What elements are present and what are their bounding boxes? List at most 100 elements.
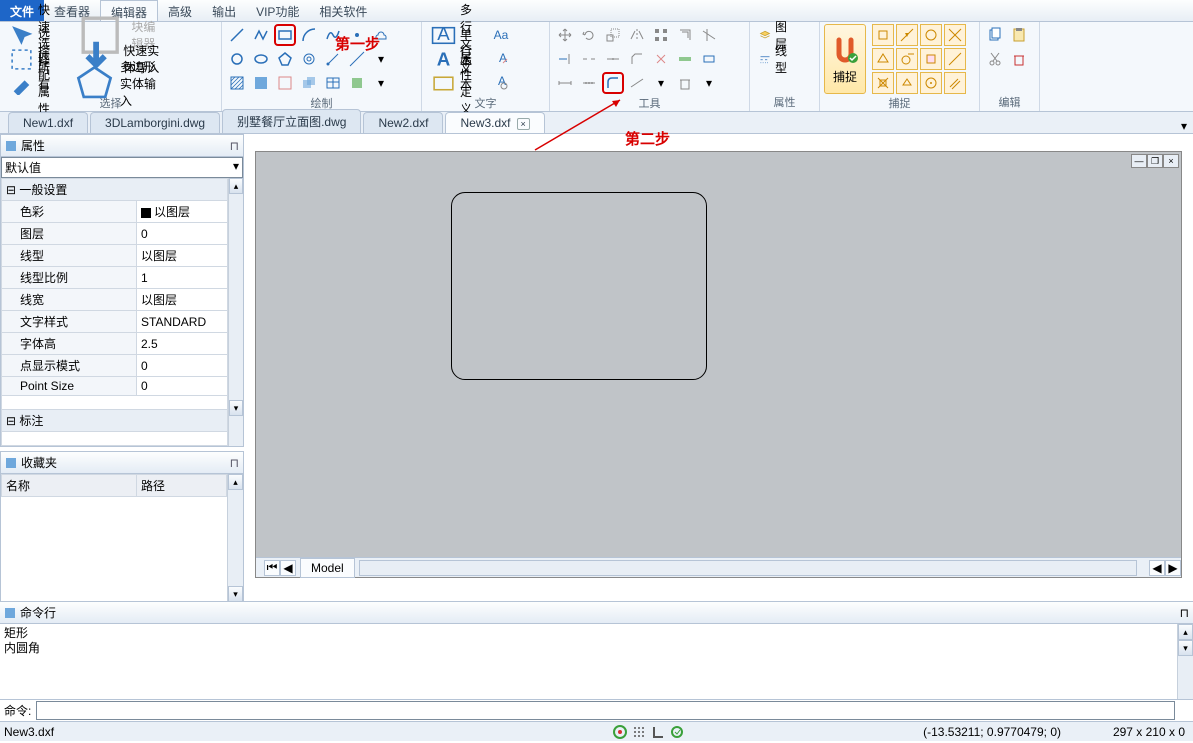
doc-tab-1[interactable]: 3DLamborgini.dwg <box>90 112 220 133</box>
fav-col-name[interactable]: 名称 <box>2 475 137 497</box>
copy-icon[interactable] <box>984 24 1006 46</box>
snap-nea-icon[interactable] <box>920 48 942 70</box>
align-icon[interactable] <box>674 48 696 70</box>
snap-qua-icon[interactable] <box>872 72 894 94</box>
snap-ext-icon[interactable] <box>896 72 918 94</box>
cut-icon[interactable] <box>984 48 1006 70</box>
prop-textstyle[interactable]: STANDARD <box>137 311 228 333</box>
break-icon[interactable] <box>578 48 600 70</box>
stretch-icon[interactable] <box>698 48 720 70</box>
prop-ltscale[interactable]: 1 <box>137 267 228 289</box>
help-icon[interactable]: ? <box>1187 0 1193 21</box>
hatch-icon[interactable] <box>226 72 248 94</box>
measure-icon[interactable] <box>554 72 576 94</box>
explode-icon[interactable] <box>650 48 672 70</box>
menu-vip[interactable]: VIP功能 <box>246 0 309 21</box>
rectangle-icon[interactable] <box>274 24 296 46</box>
textfind-icon[interactable]: A <box>490 72 512 94</box>
doc-tab-2[interactable]: 别墅餐厅立面图.dwg <box>222 109 361 133</box>
menu-advanced[interactable]: 高级 <box>158 0 202 21</box>
doc-tab-4[interactable]: New3.dxf× <box>445 112 544 133</box>
textstyle-icon[interactable]: Aa <box>490 24 512 46</box>
status-snap-icon[interactable] <box>612 724 628 740</box>
category-general[interactable]: ⊟ 一般设置 <box>2 179 228 201</box>
prop-textheight[interactable]: 2.5 <box>137 333 228 355</box>
chamfer-icon[interactable] <box>626 48 648 70</box>
divide-icon[interactable] <box>578 72 600 94</box>
canvas-min-icon[interactable]: — <box>1131 154 1147 168</box>
snap-cen-icon[interactable] <box>920 24 942 46</box>
snap-end-icon[interactable] <box>872 24 894 46</box>
fillet-icon[interactable] <box>602 72 624 94</box>
pin-icon[interactable]: ⊓ <box>230 139 239 153</box>
line-icon[interactable] <box>226 24 248 46</box>
tool-dd2-icon[interactable]: ▾ <box>698 72 720 94</box>
status-ortho-icon[interactable] <box>650 724 666 740</box>
prop-color[interactable]: 以图层 <box>137 201 228 223</box>
tool-dd1-icon[interactable]: ▾ <box>650 72 672 94</box>
snap-mid-icon[interactable] <box>896 24 918 46</box>
scale-icon[interactable] <box>602 24 624 46</box>
prop-lweight[interactable]: 以图层 <box>137 289 228 311</box>
pin-icon[interactable]: ⊓ <box>230 456 239 470</box>
linetype-button[interactable]: 线型 <box>754 48 792 70</box>
menu-output[interactable]: 输出 <box>202 0 246 21</box>
hscroll-left-icon[interactable]: ◀ <box>1149 560 1165 576</box>
boundary-icon[interactable] <box>274 72 296 94</box>
insert-icon[interactable] <box>346 72 368 94</box>
delete-icon[interactable] <box>1008 48 1030 70</box>
snap-per-icon[interactable] <box>872 48 894 70</box>
drawing-canvas[interactable]: — ❐ × ⏮ ◀ Model ◀ ▶ <box>255 151 1182 578</box>
purge-icon[interactable] <box>674 72 696 94</box>
prop-scrollbar[interactable]: ▴ ▾ <box>228 178 243 446</box>
textedit-icon[interactable]: A <box>490 48 512 70</box>
model-tab[interactable]: Model <box>300 558 355 578</box>
move-icon[interactable] <box>554 24 576 46</box>
paste-icon[interactable] <box>1008 24 1030 46</box>
join-icon[interactable] <box>602 48 624 70</box>
menu-related[interactable]: 相关软件 <box>309 0 377 21</box>
tab-dropdown-icon[interactable]: ▾ <box>1175 119 1193 133</box>
canvas-close-icon[interactable]: × <box>1163 154 1179 168</box>
polyline-icon[interactable] <box>250 24 272 46</box>
extend-icon[interactable] <box>554 48 576 70</box>
prop-pointmode[interactable]: 0 <box>137 355 228 377</box>
gradient-icon[interactable] <box>250 72 272 94</box>
category-dim[interactable]: ⊟ 标注 <box>2 410 228 432</box>
donut-icon[interactable] <box>298 48 320 70</box>
default-dropdown[interactable]: 默认值▾ <box>1 157 243 178</box>
prop-pointsize[interactable]: 0 <box>137 377 228 396</box>
close-tab-icon[interactable]: × <box>517 118 530 130</box>
snap-tan-icon[interactable] <box>896 48 918 70</box>
snap-int-icon[interactable] <box>944 24 966 46</box>
snap-nod-icon[interactable] <box>944 48 966 70</box>
circle-icon[interactable] <box>226 48 248 70</box>
hscroll-right-icon[interactable]: ▶ <box>1165 560 1181 576</box>
doc-tab-3[interactable]: New2.dxf <box>363 112 443 133</box>
offset-icon[interactable] <box>674 24 696 46</box>
arc-icon[interactable] <box>298 24 320 46</box>
status-osnap-icon[interactable] <box>669 724 685 740</box>
region-icon[interactable] <box>298 72 320 94</box>
rotate-icon[interactable] <box>578 24 600 46</box>
snap-par-icon[interactable] <box>944 72 966 94</box>
pin-icon[interactable]: ⊓ <box>1180 606 1189 620</box>
canvas-hscroll[interactable] <box>359 560 1137 576</box>
polygon-icon[interactable] <box>274 48 296 70</box>
tab-prev-icon[interactable]: ◀ <box>280 560 296 576</box>
doc-tab-0[interactable]: New1.dxf <box>8 112 88 133</box>
lengthen-icon[interactable] <box>626 72 648 94</box>
prop-layer[interactable]: 0 <box>137 223 228 245</box>
snap-app-icon[interactable] <box>920 72 942 94</box>
dropdown2-icon[interactable]: ▾ <box>370 72 392 94</box>
tab-first-icon[interactable]: ⏮ <box>264 560 280 576</box>
trim-icon[interactable] <box>698 24 720 46</box>
prop-ltype[interactable]: 以图层 <box>137 245 228 267</box>
ellipse-icon[interactable] <box>250 48 272 70</box>
fav-col-path[interactable]: 路径 <box>137 475 227 497</box>
table-icon[interactable] <box>322 72 344 94</box>
snap-button[interactable]: 捕捉 <box>824 24 866 94</box>
match-prop-button[interactable]: 匹配属性 <box>4 72 66 94</box>
attdef-button[interactable]: 属性定义 <box>426 72 488 94</box>
command-input[interactable] <box>36 701 1175 720</box>
